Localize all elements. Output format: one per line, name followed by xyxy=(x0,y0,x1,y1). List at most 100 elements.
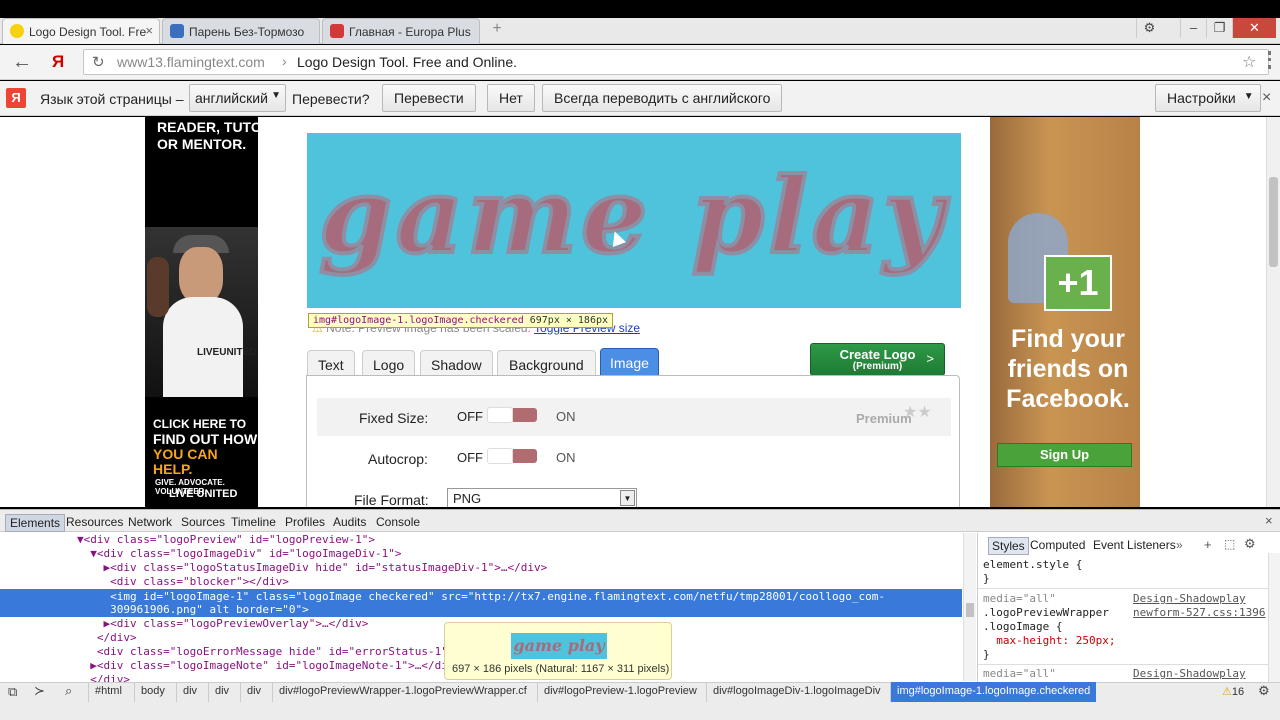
address-bar[interactable]: ↻ www13.flamingtext.com › Logo Design To… xyxy=(83,49,1269,75)
bookmark-star-icon[interactable]: ☆ xyxy=(1242,52,1256,72)
page-scrollbar[interactable] xyxy=(1266,117,1280,507)
dom-scrollbar[interactable] xyxy=(963,533,976,681)
menu-icon[interactable] xyxy=(1268,51,1272,69)
fixed-size-off: OFF xyxy=(457,409,483,424)
settings-button[interactable]: Настройки ▼ xyxy=(1155,84,1261,112)
dom-line[interactable]: ▼<div class="logoPreview" id="logoPrevie… xyxy=(77,533,375,547)
video-favicon-icon xyxy=(170,24,184,38)
devtab-profiles[interactable]: Profiles xyxy=(281,514,329,530)
devtab-console[interactable]: Console xyxy=(372,514,424,530)
styles-scrollbar[interactable] xyxy=(1268,553,1280,683)
breadcrumb-item[interactable]: div#logoPreviewWrapper-1.logoPreviewWrap… xyxy=(272,682,533,702)
breadcrumb-item[interactable]: #html xyxy=(88,682,128,702)
style-source-link[interactable]: newform-527.css:1396 xyxy=(1133,606,1265,620)
web-page: READER, TUTOR OR MENTOR. LIVEUNITED CLIC… xyxy=(0,117,1266,507)
new-tab-button[interactable]: + xyxy=(486,21,508,38)
autocrop-label: Autocrop: xyxy=(368,451,428,467)
dom-line[interactable]: ▶<div class="logoImageNote" id="logoImag… xyxy=(77,659,448,673)
tab-title: Главная - Europa Plus xyxy=(349,25,471,39)
left-ad-banner[interactable]: READER, TUTOR OR MENTOR. LIVEUNITED CLIC… xyxy=(145,117,258,507)
file-format-select[interactable]: PNG ▼ xyxy=(447,488,637,507)
dom-line-selected[interactable]: 309961906.png" alt border="0"> xyxy=(77,603,309,617)
sign-up-button[interactable]: Sign Up xyxy=(997,443,1132,467)
tab-logo[interactable]: Logo xyxy=(362,350,416,376)
reload-icon[interactable]: ↻ xyxy=(92,53,105,71)
style-line[interactable]: max-height: 250px; xyxy=(983,634,1115,648)
dom-line[interactable]: ▼<div class="logoImageDiv" id="logoImage… xyxy=(77,547,401,561)
breadcrumb-item[interactable]: div#logoImageDiv-1.logoImageDiv xyxy=(706,682,887,702)
tab-shadow[interactable]: Shadow xyxy=(420,350,493,376)
breadcrumb-item[interactable]: div xyxy=(208,682,235,702)
devtab-network[interactable]: Network xyxy=(124,514,176,530)
settings-icon[interactable]: ⚙ xyxy=(1258,683,1270,699)
breadcrumb-item[interactable]: div#logoPreview-1.logoPreview xyxy=(537,682,703,702)
thumb-caption: 697 × 186 pixels (Natural: 1167 × 311 pi… xyxy=(452,663,670,675)
chevron-right-icon: > xyxy=(926,351,934,366)
tooltip-size: 697px × 186px xyxy=(529,315,609,326)
computed-tab[interactable]: Computed xyxy=(1030,538,1085,552)
dom-line-selected[interactable]: <img id="logoImage-1" class="logoImage c… xyxy=(77,590,885,604)
breadcrumb-item[interactable]: div xyxy=(240,682,267,702)
ad-photo: LIVEUNITED xyxy=(145,227,258,397)
no-button[interactable]: Нет xyxy=(487,84,535,112)
console-drawer-icon[interactable]: ≻ xyxy=(34,683,45,699)
ad-text: Find your friends on Facebook. xyxy=(998,324,1138,414)
close-window-icon[interactable]: ✕ xyxy=(1232,18,1276,38)
breadcrumb-item-selected[interactable]: img#logoImage-1.logoImage.checkered xyxy=(890,682,1097,702)
tab-video[interactable]: Парень Без-Тормозо xyxy=(162,18,320,44)
element-state-icon[interactable]: ⬚ xyxy=(1224,537,1235,551)
autocrop-on: ON xyxy=(556,450,576,465)
tab-background[interactable]: Background xyxy=(497,350,596,376)
inspect-search-icon[interactable]: ⌕ xyxy=(65,683,72,699)
logo-preview-image[interactable]: game play xyxy=(307,133,961,308)
yandex-icon[interactable]: Я xyxy=(52,52,64,72)
breadcrumb-item[interactable]: div xyxy=(176,682,203,702)
create-logo-button[interactable]: Create Logo (Premium) > xyxy=(810,343,945,376)
dom-line[interactable]: ▶<div class="logoPreviewOverlay">…</div> xyxy=(77,617,368,631)
tab-text[interactable]: Text xyxy=(307,350,355,376)
close-tab-icon[interactable]: × xyxy=(145,23,153,38)
tab-europa-plus[interactable]: Главная - Europa Plus xyxy=(322,18,480,44)
dock-icon[interactable]: ⧉ xyxy=(8,684,17,700)
dom-line[interactable]: <div class="blocker"></div> xyxy=(77,575,289,589)
style-source-link[interactable]: Design-Shadowplay xyxy=(1133,667,1246,681)
always-translate-button[interactable]: Всегда переводить с английского xyxy=(542,84,783,112)
dom-line[interactable]: ▶<div class="logoStatusImageDiv hide" id… xyxy=(77,561,547,575)
styles-tab[interactable]: Styles xyxy=(988,537,1029,555)
warning-icon: ⚠ xyxy=(1222,686,1232,698)
devtab-sources[interactable]: Sources xyxy=(177,514,229,530)
devtab-audits[interactable]: Audits xyxy=(329,514,370,530)
right-ad-banner[interactable]: +1 Find your friends on Facebook. Sign U… xyxy=(990,117,1140,507)
dom-line[interactable]: </div> xyxy=(77,631,137,645)
warnings-count[interactable]: ⚠16 xyxy=(1222,685,1244,698)
settings-label: Настройки xyxy=(1167,90,1236,106)
styles-pane: Styles Computed Event Listeners » + ⬚ ⚙ … xyxy=(977,533,1280,683)
devtab-elements[interactable]: Elements xyxy=(5,514,66,532)
translate-bar: Я Язык этой страницы – английский ▼ Пере… xyxy=(0,81,1280,116)
style-source-link[interactable]: Design-Shadowplay xyxy=(1133,592,1246,606)
devtab-resources[interactable]: Resources xyxy=(62,514,127,530)
language-select[interactable]: английский ▼ xyxy=(189,84,286,112)
fixed-size-toggle[interactable] xyxy=(487,407,539,423)
autocrop-toggle[interactable] xyxy=(487,448,539,464)
scroll-thumb[interactable] xyxy=(1269,177,1278,267)
minimize-icon[interactable]: – xyxy=(1180,18,1206,38)
restore-icon[interactable]: ❐ xyxy=(1206,18,1232,38)
settings-icon[interactable]: ⚙ xyxy=(1136,18,1162,38)
breadcrumb-item[interactable]: body xyxy=(134,682,171,702)
scroll-thumb[interactable] xyxy=(966,603,974,617)
close-devtools-icon[interactable]: × xyxy=(1265,513,1273,528)
event-listeners-tab[interactable]: Event Listeners xyxy=(1093,538,1176,552)
more-tabs-icon[interactable]: » xyxy=(1176,538,1183,552)
back-icon[interactable]: ← xyxy=(12,51,32,74)
translate-button[interactable]: Перевести xyxy=(382,84,476,112)
tab-image[interactable]: Image xyxy=(600,348,659,376)
dropdown-arrow-icon: ▼ xyxy=(271,90,281,101)
browser-toolbar: ← Я ↻ www13.flamingtext.com › Logo Desig… xyxy=(0,45,1280,80)
tab-flamingtext[interactable]: Logo Design Tool. Fre × xyxy=(2,18,160,44)
close-translate-icon[interactable]: × xyxy=(1262,89,1271,107)
gear-icon[interactable]: ⚙ xyxy=(1244,536,1256,552)
dom-line[interactable]: <div class="logoErrorMessage hide" id="e… xyxy=(77,645,448,659)
devtab-timeline[interactable]: Timeline xyxy=(227,514,280,530)
add-rule-icon[interactable]: + xyxy=(1204,537,1212,552)
